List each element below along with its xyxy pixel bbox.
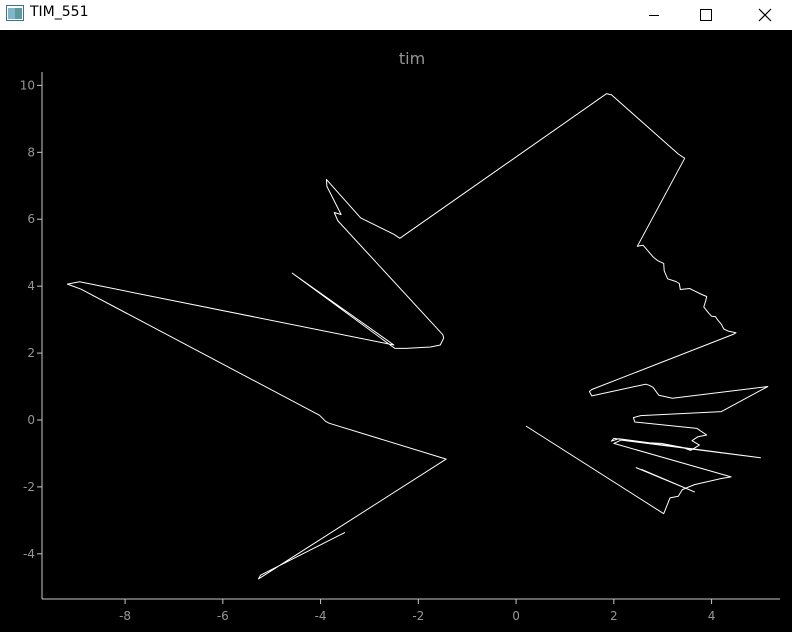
y-ticks: -4 -2 0 2 4 6 8 10 (20, 78, 42, 561)
x-tick-label: -4 (315, 609, 327, 623)
chart[interactable]: tim -8 -6 -4 -2 0 2 4 -4 -2 0 2 4 6 8 10 (0, 30, 792, 628)
close-icon (758, 8, 772, 22)
scan-traces (66, 93, 769, 580)
y-tick-label: 8 (27, 145, 35, 159)
scan-trace-line (66, 93, 769, 580)
y-tick-label: 4 (27, 279, 35, 293)
x-tick-label: -6 (217, 609, 229, 623)
chart-title: tim (399, 49, 425, 68)
scan-trace-line (635, 467, 695, 493)
x-tick-label: -2 (412, 609, 424, 623)
y-tick-label: 10 (20, 78, 35, 92)
maximize-icon (700, 9, 712, 21)
x-tick-label: 0 (512, 609, 520, 623)
y-tick-label: -4 (23, 547, 35, 561)
x-ticks: -8 -6 -4 -2 0 2 4 (119, 599, 715, 623)
app-window-icon[interactable] (6, 5, 24, 21)
window-title: TIM_551 (30, 4, 89, 20)
maximize-button[interactable] (683, 0, 729, 30)
x-tick-label: 4 (708, 609, 716, 623)
window-titlebar: TIM_551 (0, 0, 792, 30)
close-button[interactable] (742, 0, 788, 30)
y-tick-label: 2 (27, 346, 35, 360)
plot-area: tim -8 -6 -4 -2 0 2 4 -4 -2 0 2 4 6 8 10 (0, 30, 792, 628)
x-tick-label: 2 (610, 609, 618, 623)
x-tick-label: -8 (119, 609, 131, 623)
y-tick-label: 0 (27, 413, 35, 427)
minimize-icon (649, 15, 659, 16)
minimize-button[interactable] (631, 0, 677, 30)
y-tick-label: 6 (27, 212, 35, 226)
y-tick-label: -2 (23, 480, 35, 494)
